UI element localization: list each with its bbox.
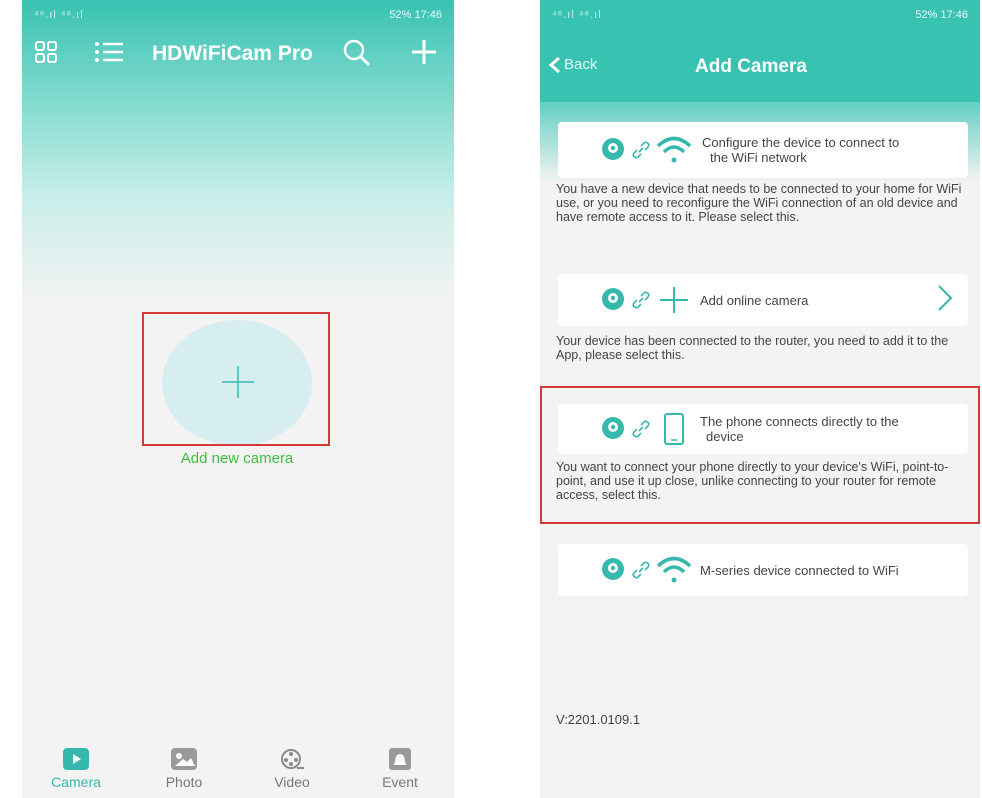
add-camera-screen: ⁴⁶.ıl ⁴⁶.ıl 52% 17:46 Back Add Camera Co… bbox=[540, 0, 980, 798]
option-title: Add online camera bbox=[700, 292, 809, 308]
app-title: HDWiFiCam Pro bbox=[152, 42, 313, 65]
signal-indicator: ⁴⁶.ıl ⁴⁶.ıl bbox=[552, 9, 602, 21]
camera-icon bbox=[602, 138, 624, 160]
nav-video[interactable]: Video bbox=[238, 742, 346, 798]
battery-percent: 52% bbox=[915, 9, 938, 21]
camera-icon bbox=[602, 558, 624, 580]
link-icon bbox=[632, 561, 650, 579]
header: ⁴⁶.ıl ⁴⁶.ıl 52% 17:46 Back Add Camera bbox=[540, 0, 980, 102]
bell-icon bbox=[389, 748, 411, 770]
option-title-line1: Configure the device to connect to bbox=[702, 135, 900, 150]
search-icon[interactable] bbox=[342, 38, 372, 68]
page-title: Add Camera bbox=[695, 56, 807, 77]
clock: 17:46 bbox=[940, 9, 968, 21]
signal-indicator: ⁴⁶.ıl ⁴⁶.ıl bbox=[34, 9, 84, 21]
option-description: Your device has been connected to the ro… bbox=[556, 334, 949, 362]
play-icon bbox=[63, 748, 89, 770]
back-button[interactable]: Back bbox=[548, 56, 597, 73]
option-configure-wifi[interactable]: Configure the device to connect to the W… bbox=[558, 122, 968, 178]
add-icon[interactable] bbox=[410, 38, 438, 66]
status-right: 52% 17:46 bbox=[389, 9, 442, 21]
status-right: 52% 17:46 bbox=[915, 9, 968, 21]
nav-label-video: Video bbox=[274, 774, 310, 790]
chevron-right-icon[interactable] bbox=[936, 284, 954, 312]
option-row: M-series device connected to WiFi bbox=[600, 544, 899, 596]
link-icon bbox=[632, 141, 650, 159]
camera-icon bbox=[602, 288, 624, 310]
film-reel-icon bbox=[281, 749, 304, 769]
option-row: Configure the device to connect to the W… bbox=[600, 122, 899, 178]
nav-label-camera: Camera bbox=[51, 774, 101, 790]
option-row: Add online camera bbox=[600, 274, 808, 326]
nav-label-photo: Photo bbox=[165, 774, 203, 790]
option-add-online-camera[interactable]: Add online camera bbox=[558, 274, 968, 326]
option-title: M-series device connected to WiFi bbox=[700, 562, 899, 578]
battery-percent: 52% bbox=[389, 9, 412, 21]
nav-camera[interactable]: Camera bbox=[22, 742, 130, 798]
wifi-icon bbox=[656, 136, 692, 163]
list-view-icon[interactable] bbox=[94, 40, 124, 64]
bottom-nav: Camera Photo Video Event bbox=[22, 742, 454, 798]
status-bar: ⁴⁶.ıl ⁴⁶.ıl 52% 17:46 bbox=[22, 0, 454, 30]
wifi-icon bbox=[656, 556, 692, 583]
photo-icon bbox=[171, 748, 197, 770]
home-screen: ⁴⁶.ıl ⁴⁶.ıl 52% 17:46 HDWiFiCam Pro Add … bbox=[22, 0, 454, 798]
app-bar: HDWiFiCam Pro bbox=[22, 30, 454, 74]
version-label: V:2201.0109.1 bbox=[556, 712, 641, 727]
chevron-left-icon bbox=[548, 56, 560, 73]
link-icon bbox=[632, 291, 650, 309]
nav-photo[interactable]: Photo bbox=[130, 742, 238, 798]
option-title: Configure the device to connect to the W… bbox=[702, 135, 899, 165]
option-title-line2: the WiFi network bbox=[710, 150, 807, 165]
add-camera-label[interactable]: Add new camera bbox=[152, 450, 322, 467]
nav-event[interactable]: Event bbox=[346, 742, 454, 798]
clock: 17:46 bbox=[414, 9, 442, 21]
nav-label-event: Event bbox=[382, 774, 418, 790]
highlight-frame bbox=[142, 312, 330, 446]
back-label: Back bbox=[564, 56, 598, 73]
highlight-frame bbox=[540, 386, 980, 524]
option-m-series[interactable]: M-series device connected to WiFi bbox=[558, 544, 968, 596]
plus-icon bbox=[660, 287, 688, 313]
status-bar: ⁴⁶.ıl ⁴⁶.ıl 52% 17:46 bbox=[540, 0, 980, 30]
option-description: You have a new device that needs to be c… bbox=[556, 182, 962, 224]
grid-view-icon[interactable] bbox=[34, 40, 58, 64]
